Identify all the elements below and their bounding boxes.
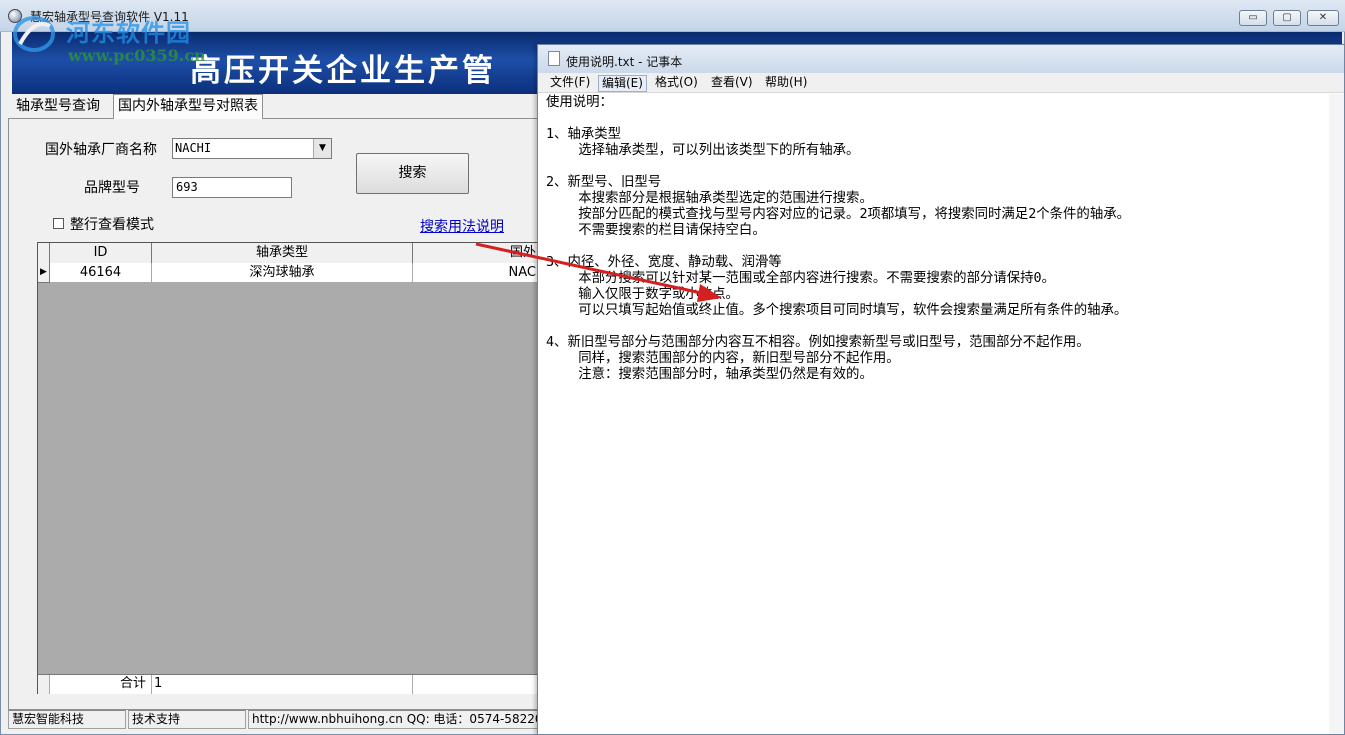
results-grid[interactable] bbox=[37, 242, 542, 694]
table-cell-id[interactable]: 46164 bbox=[50, 263, 152, 283]
menu-format[interactable]: 格式(O) bbox=[652, 75, 701, 92]
column-header-type[interactable]: 轴承类型 bbox=[152, 243, 413, 263]
menu-view[interactable]: 查看(V) bbox=[708, 75, 756, 92]
model-input[interactable]: 693 bbox=[172, 177, 292, 198]
notepad-title: 使用说明.txt - 记事本 bbox=[566, 55, 683, 69]
column-header-foreign[interactable]: 国外 bbox=[413, 243, 541, 263]
dropdown-arrow-icon[interactable]: ▼ bbox=[313, 139, 331, 158]
row-mode-checkbox[interactable] bbox=[53, 218, 64, 229]
close-button[interactable]: ✕ bbox=[1307, 10, 1339, 26]
menu-help[interactable]: 帮助(H) bbox=[762, 75, 810, 92]
column-header-id[interactable]: ID bbox=[50, 243, 152, 263]
grid-corner bbox=[38, 243, 50, 263]
maximize-button[interactable]: ▢ bbox=[1273, 10, 1301, 26]
footer-total-value: 1 bbox=[152, 675, 413, 694]
maker-select-value: NACHI bbox=[175, 141, 212, 155]
tab-bearing-compare[interactable]: 国内外轴承型号对照表 bbox=[113, 94, 263, 119]
model-label: 品牌型号 bbox=[84, 180, 140, 196]
table-cell-foreign[interactable]: NAC bbox=[413, 263, 541, 283]
tab-bearing-query[interactable]: 轴承型号查询 bbox=[12, 96, 104, 118]
row-pointer-icon: ▶ bbox=[38, 263, 50, 283]
status-company: 慧宏智能科技 bbox=[8, 710, 126, 729]
watermark-logo-icon bbox=[13, 16, 55, 52]
table-cell-type[interactable]: 深沟球轴承 bbox=[152, 263, 413, 283]
main-titlebar[interactable] bbox=[0, 0, 1345, 32]
search-button[interactable]: 搜索 bbox=[356, 153, 469, 194]
banner-title: 高压开关企业生产管 bbox=[190, 53, 496, 89]
notepad-icon bbox=[548, 51, 560, 66]
menu-file[interactable]: 文件(F) bbox=[547, 75, 593, 92]
row-mode-label: 整行查看模式 bbox=[70, 217, 154, 233]
notepad-scroll-area[interactable] bbox=[1329, 94, 1344, 734]
notepad-text-area[interactable]: 使用说明： 1、轴承类型 选择轴承类型，可以列出该类型下的所有轴承。 2、新型号… bbox=[546, 95, 1326, 731]
footer-indicator bbox=[38, 675, 50, 694]
status-support: 技术支持 bbox=[128, 710, 246, 729]
minimize-button[interactable]: ▭ bbox=[1239, 10, 1267, 26]
watermark-url: www.pc0359.cn bbox=[68, 46, 206, 65]
maker-label: 国外轴承厂商名称 bbox=[45, 142, 157, 158]
watermark-site-name: 河东软件园 bbox=[66, 18, 191, 47]
search-help-link[interactable]: 搜索用法说明 bbox=[420, 216, 504, 236]
status-contact: http://www.nbhuihong.cn QQ: 电话：0574-5822… bbox=[248, 710, 542, 729]
menu-edit[interactable]: 编辑(E) bbox=[598, 75, 647, 92]
footer-total-label: 合计 bbox=[50, 675, 152, 694]
